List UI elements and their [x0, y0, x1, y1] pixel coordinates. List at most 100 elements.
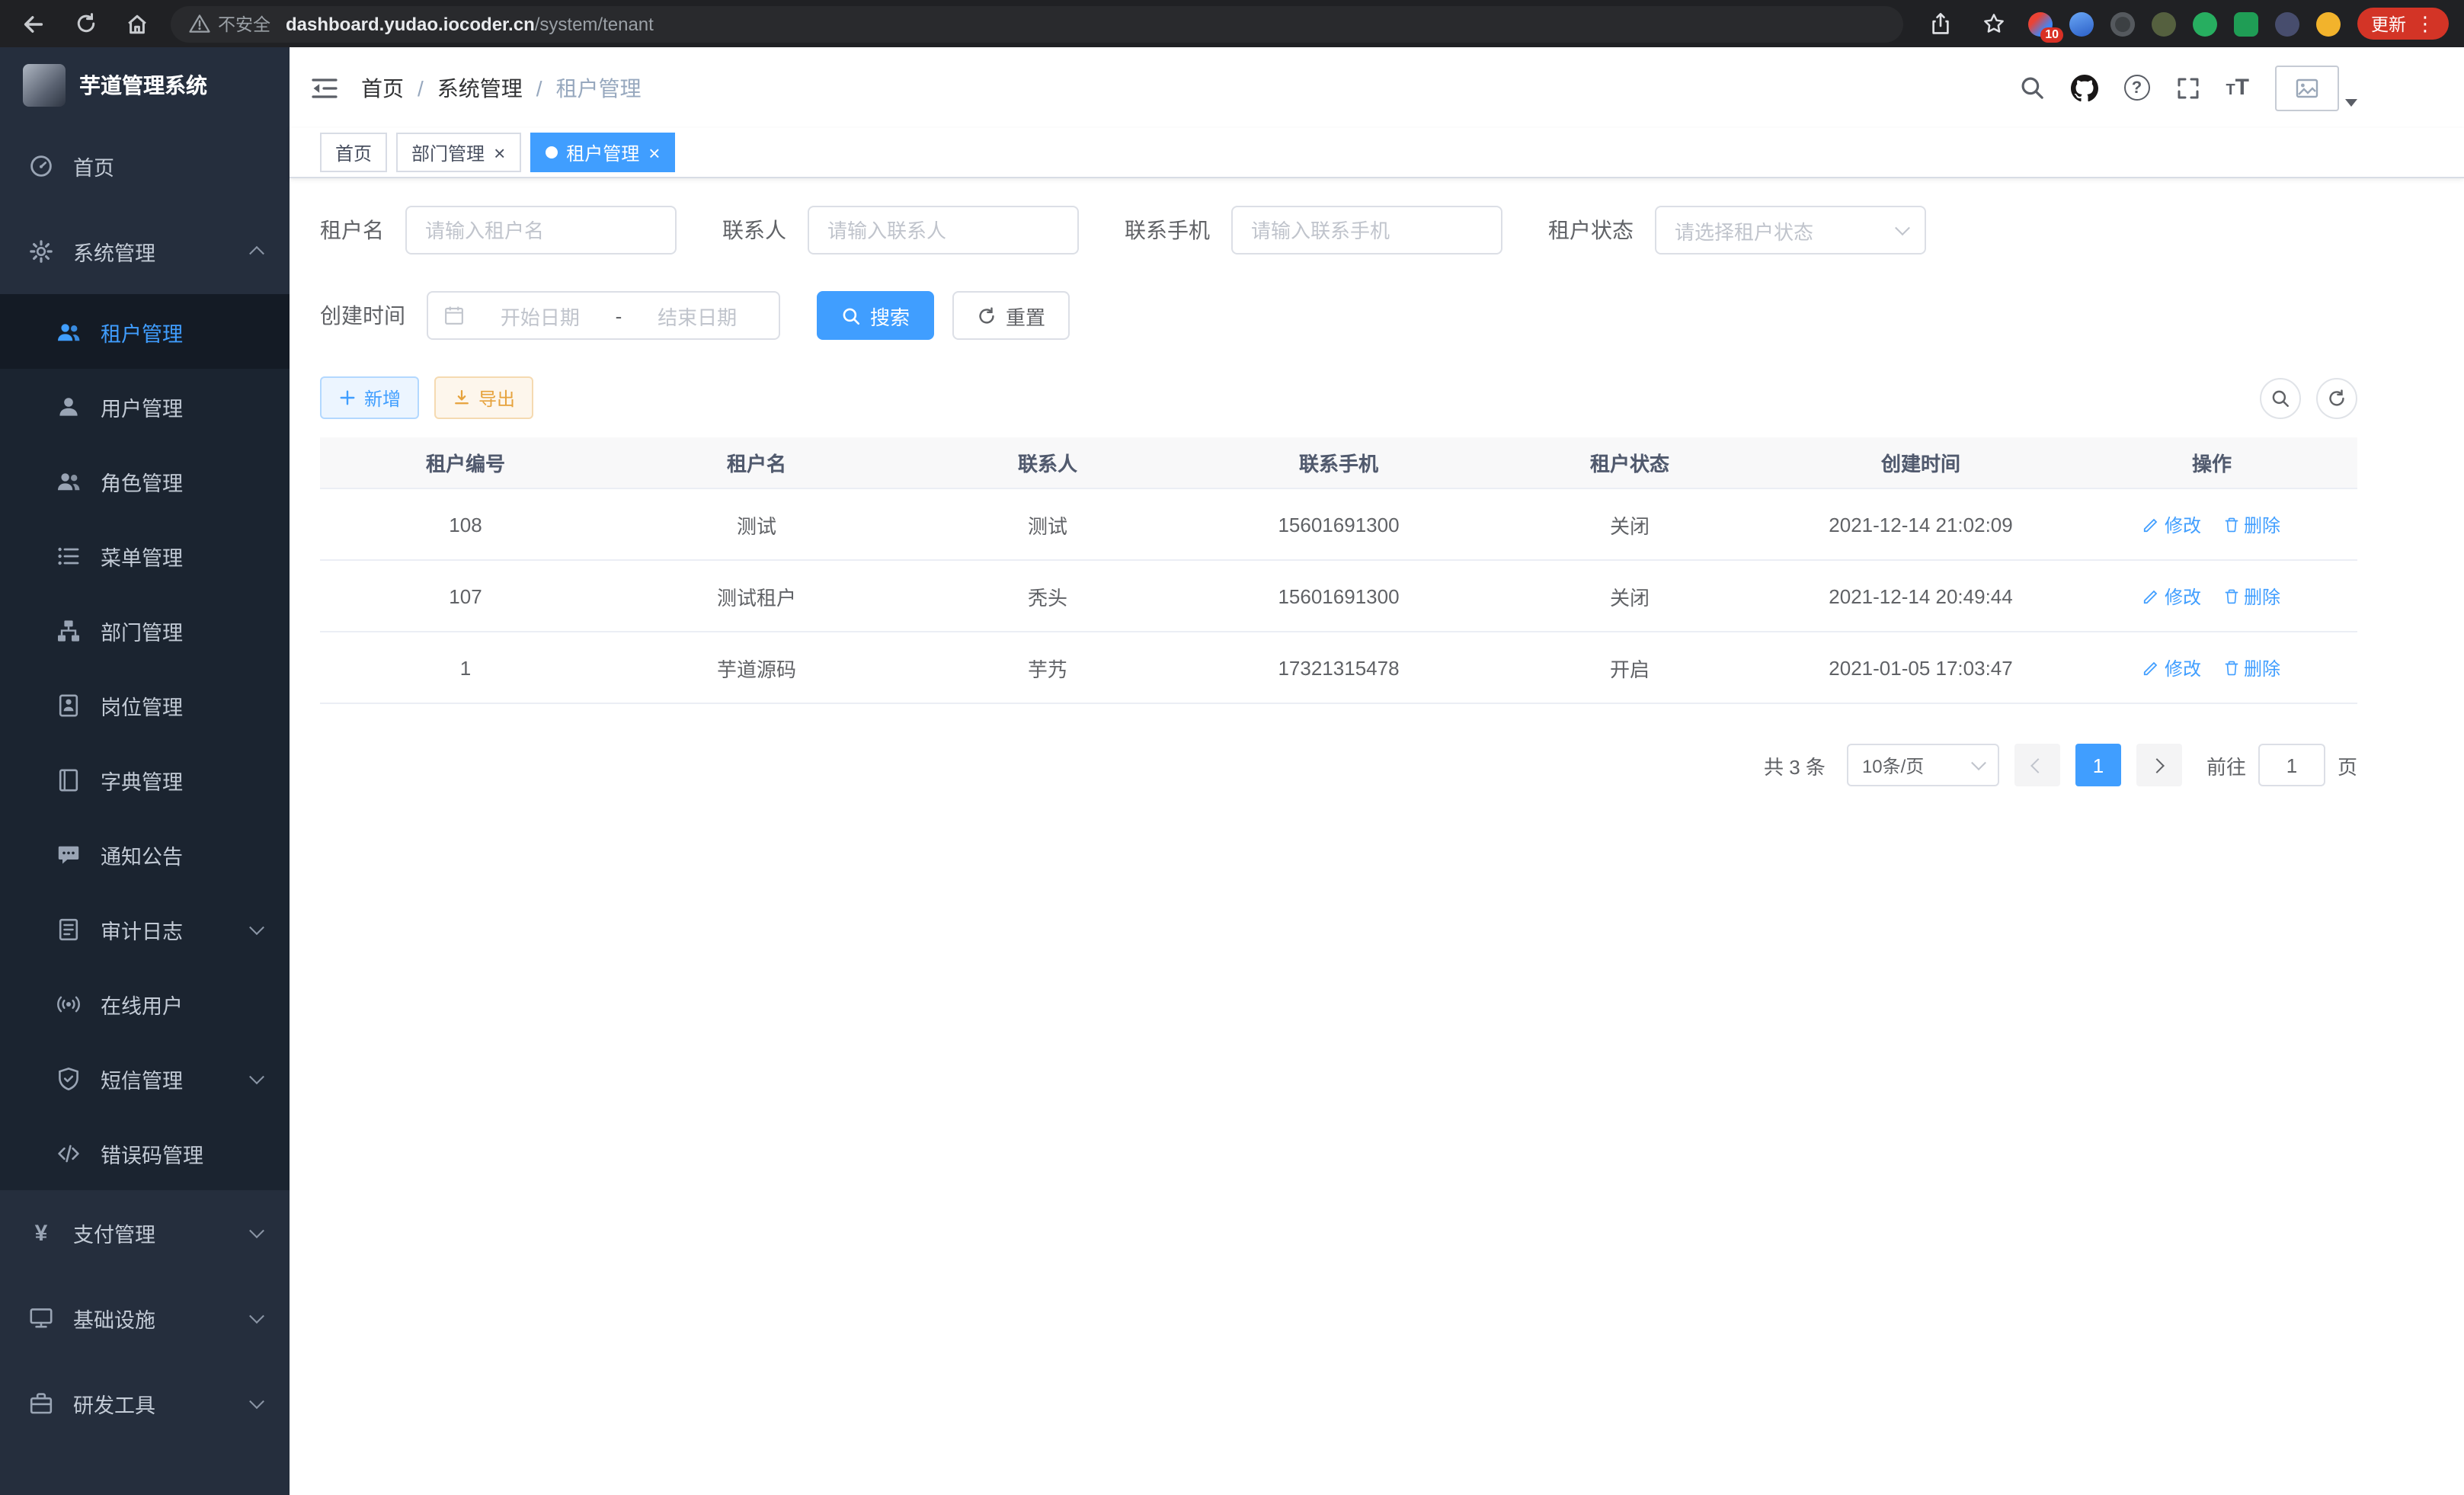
ssl-warning[interactable]: 不安全 [189, 11, 270, 36]
status-label: 租户状态 [1548, 215, 1634, 245]
search-button[interactable]: 搜索 [817, 291, 934, 340]
edit-link[interactable]: 修改 [2143, 583, 2201, 609]
sidebar-item-user[interactable]: 用户管理 [0, 369, 290, 443]
edit-link[interactable]: 修改 [2143, 655, 2201, 680]
font-size-icon[interactable]: TT [2226, 75, 2249, 101]
people-icon [56, 469, 81, 493]
create-time-label: 创建时间 [320, 300, 405, 331]
chevron-down-icon [1895, 220, 1910, 235]
address-bar[interactable]: 不安全 dashboard.yudao.iocoder.cn/system/te… [171, 5, 1903, 42]
help-icon[interactable]: ? [2123, 75, 2149, 101]
sidebar-item-infrastructure[interactable]: 基础设施 [0, 1276, 290, 1361]
extension-icon[interactable] [2193, 11, 2217, 36]
goto-prefix: 前往 [2206, 751, 2246, 780]
show-search-icon[interactable] [2260, 377, 2301, 418]
sidebar-item-menu[interactable]: 菜单管理 [0, 518, 290, 593]
app-logo-row[interactable]: 芋道管理系统 [0, 47, 290, 123]
tab-dept[interactable]: 部门管理 × [396, 133, 520, 172]
next-page-button[interactable] [2136, 744, 2182, 786]
extension-icon[interactable]: 10 [2028, 11, 2053, 36]
tenant-name-input[interactable] [405, 206, 677, 255]
date-separator: - [616, 304, 622, 327]
delete-link[interactable]: 删除 [2222, 655, 2280, 680]
extension-icon[interactable] [2069, 11, 2094, 36]
chevron-down-icon [249, 1308, 264, 1324]
pagination: 共 3 条 10条/页 1 前往 页 [320, 744, 2357, 786]
tenant-table: 租户编号 租户名 联系人 联系手机 租户状态 创建时间 操作 108 测试 测试… [320, 437, 2357, 704]
sidebar-item-sms[interactable]: 短信管理 [0, 1041, 290, 1116]
broken-image-icon [2295, 75, 2319, 100]
sidebar-item-tenant[interactable]: 租户管理 [0, 294, 290, 369]
sidebar-item-audit-log[interactable]: 审计日志 [0, 892, 290, 966]
filter-status: 租户状态 请选择租户状态 [1548, 206, 1926, 255]
extension-icon[interactable] [2275, 11, 2299, 36]
sidebar-item-system[interactable]: 系统管理 [0, 209, 290, 294]
github-icon[interactable] [2070, 74, 2098, 101]
sidebar-item-home[interactable]: 首页 [0, 123, 290, 209]
user-avatar-menu[interactable] [2275, 65, 2357, 110]
trash-icon [2222, 587, 2239, 604]
update-label: 更新 [2371, 11, 2406, 36]
delete-link[interactable]: 删除 [2222, 583, 2280, 609]
calendar-icon [443, 305, 465, 326]
tab-tenant[interactable]: 租户管理 × [530, 133, 675, 172]
contact-input[interactable] [808, 206, 1079, 255]
extension-icon[interactable] [2234, 11, 2258, 36]
edit-link[interactable]: 修改 [2143, 511, 2201, 537]
phone-input[interactable] [1231, 206, 1502, 255]
sidebar: 芋道管理系统 首页 系统管理 租户管理 [0, 47, 290, 1495]
chevron-down-icon [1971, 755, 1986, 770]
table-tools [2260, 377, 2357, 418]
sidebar-item-dict[interactable]: 字典管理 [0, 742, 290, 817]
refresh-table-icon[interactable] [2316, 377, 2357, 418]
filter-create-time: 创建时间 开始日期 - 结束日期 [320, 291, 780, 340]
reload-icon[interactable] [67, 5, 104, 42]
sidebar-toggle-icon[interactable] [311, 75, 338, 100]
chevron-left-icon [2031, 757, 2046, 773]
sidebar-item-role[interactable]: 角色管理 [0, 443, 290, 518]
reset-button[interactable]: 重置 [952, 291, 1070, 340]
sidebar-item-online-user[interactable]: 在线用户 [0, 966, 290, 1041]
breadcrumb-separator: / [418, 75, 424, 100]
sidebar-item-error-code[interactable]: 错误码管理 [0, 1116, 290, 1190]
breadcrumb-system[interactable]: 系统管理 [437, 72, 523, 103]
tab-close-icon[interactable]: × [648, 142, 660, 162]
export-button[interactable]: 导出 [434, 376, 533, 419]
sidebar-item-dev-tools[interactable]: 研发工具 [0, 1361, 290, 1446]
browser-menu-icon[interactable]: ⋮ [2415, 14, 2435, 34]
table-row: 1 芋道源码 芋艿 17321315478 开启 2021-01-05 17:0… [320, 632, 2357, 704]
date-range-picker[interactable]: 开始日期 - 结束日期 [427, 291, 780, 340]
page-number-current[interactable]: 1 [2075, 744, 2121, 786]
delete-link[interactable]: 删除 [2222, 511, 2280, 537]
screen: 不安全 dashboard.yudao.iocoder.cn/system/te… [0, 0, 2464, 1495]
extension-icon[interactable] [2316, 11, 2341, 36]
chevron-down-icon [249, 919, 264, 934]
status-select[interactable]: 请选择租户状态 [1655, 206, 1926, 255]
url-text: dashboard.yudao.iocoder.cn/system/tenant [286, 13, 654, 34]
status-value: 关闭 [1484, 510, 1775, 539]
sidebar-item-post[interactable]: 岗位管理 [0, 667, 290, 742]
share-icon[interactable] [1922, 5, 1958, 42]
goto-page-input[interactable] [2258, 744, 2325, 786]
extension-icon[interactable] [2152, 11, 2176, 36]
breadcrumb-home[interactable]: 首页 [361, 72, 404, 103]
tab-home[interactable]: 首页 [320, 133, 387, 172]
sidebar-item-notice[interactable]: 通知公告 [0, 817, 290, 892]
phone-label: 联系手机 [1125, 215, 1210, 245]
breadcrumb: 首页 / 系统管理 / 租户管理 [361, 72, 1995, 103]
back-icon[interactable] [15, 5, 52, 42]
page-size-select[interactable]: 10条/页 [1847, 744, 1999, 786]
sidebar-item-payment[interactable]: ¥ 支付管理 [0, 1190, 290, 1276]
prev-page-button[interactable] [2014, 744, 2060, 786]
sidebar-item-dept[interactable]: 部门管理 [0, 593, 290, 667]
home-icon[interactable] [119, 5, 155, 42]
tab-close-icon[interactable]: × [494, 142, 505, 162]
extension-icon[interactable] [2110, 11, 2135, 36]
bookmark-star-icon[interactable] [1975, 5, 2011, 42]
add-button[interactable]: 新增 [320, 376, 419, 419]
fullscreen-icon[interactable] [2175, 75, 2200, 100]
search-icon[interactable] [2018, 75, 2044, 101]
trash-icon [2222, 659, 2239, 676]
update-button[interactable]: 更新 ⋮ [2357, 8, 2449, 40]
contact-label: 联系人 [722, 215, 786, 245]
